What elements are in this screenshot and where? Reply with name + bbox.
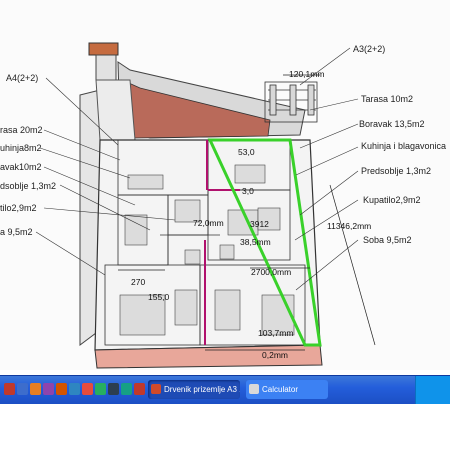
- dim-left-small: 270: [131, 277, 145, 287]
- dim-inner-5: 103,7mm: [258, 328, 293, 338]
- dim-inner-1: 53,0: [238, 147, 255, 157]
- taskbar-label-sketchup: Drvenik prizemlje A3 ...: [164, 385, 240, 394]
- dim-inner-4: 155,0: [148, 292, 170, 302]
- dim-mid: 2700,0mm: [251, 267, 291, 277]
- dim-top: 120,1mm: [289, 69, 324, 79]
- quicklaunch-icon-1[interactable]: [4, 383, 15, 395]
- quicklaunch-icon-3[interactable]: [30, 383, 41, 395]
- label-tarasa: Tarasa 10m2: [361, 94, 413, 104]
- calculator-icon: [249, 384, 259, 394]
- quicklaunch-icon-7[interactable]: [82, 383, 93, 395]
- dim-inner-6: 3,0: [242, 186, 254, 196]
- desktop-area-below: [0, 404, 450, 450]
- dim-inner-7: 38,5mm: [240, 237, 271, 247]
- windows-taskbar: Drvenik prizemlje A3 ... Calculator: [0, 375, 450, 404]
- quicklaunch-icon-9[interactable]: [108, 383, 119, 395]
- taskbar-button-calculator[interactable]: Calculator: [246, 380, 328, 399]
- quicklaunch-icon-11[interactable]: [134, 383, 145, 395]
- label-predsoblje: dsoblje 1,3m2: [0, 181, 56, 191]
- label-kuhinja: uhinja8m2: [0, 143, 42, 153]
- quicklaunch-icon-2[interactable]: [17, 383, 28, 395]
- label-terasa: rasa 20m2: [0, 125, 43, 135]
- taskbar-label-calculator: Calculator: [262, 385, 299, 394]
- taskbar-button-sketchup[interactable]: Drvenik prizemlje A3 ...: [148, 380, 240, 399]
- chimney: [88, 42, 119, 56]
- floor-plan-model[interactable]: A4(2+2) rasa 20m2 uhinja8m2 avak10m2 dso…: [0, 0, 450, 370]
- label-kuhinja-right: Kuhinja i blagavonica: [361, 141, 446, 151]
- label-soba: a 9,5m2: [0, 227, 33, 237]
- dim-inner-2: 72,0mm: [193, 218, 224, 228]
- quicklaunch-icon-10[interactable]: [121, 383, 132, 395]
- quicklaunch-icon-6[interactable]: [69, 383, 80, 395]
- label-kupatilo: tilo2,9m2: [0, 203, 37, 213]
- left-wall-top: [95, 79, 136, 141]
- label-predsoblje-right: Predsoblje 1,3m2: [361, 166, 431, 176]
- quicklaunch-icon-5[interactable]: [56, 383, 67, 395]
- label-a3: A3(2+2): [353, 44, 385, 54]
- label-soba-right: Soba 9,5m2: [363, 235, 412, 245]
- label-kupatilo-right: Kupatilo2,9m2: [363, 195, 421, 205]
- dim-bottom: 0,2mm: [262, 350, 288, 360]
- label-boravak: avak10m2: [0, 162, 42, 172]
- chimney-shaft: [95, 54, 117, 81]
- quicklaunch-icon-8[interactable]: [95, 383, 106, 395]
- dim-right: 11346,2mm: [327, 221, 371, 231]
- label-a4: A4(2+2): [6, 73, 38, 83]
- sketchup-icon: [151, 384, 161, 394]
- system-tray[interactable]: [415, 376, 450, 404]
- label-boravak-right: Boravak 13,5m2: [359, 119, 425, 129]
- quicklaunch-icon-4[interactable]: [43, 383, 54, 395]
- sketchup-viewport[interactable]: A4(2+2) rasa 20m2 uhinja8m2 avak10m2 dso…: [0, 0, 450, 370]
- dim-inner-3: 3912: [250, 219, 269, 229]
